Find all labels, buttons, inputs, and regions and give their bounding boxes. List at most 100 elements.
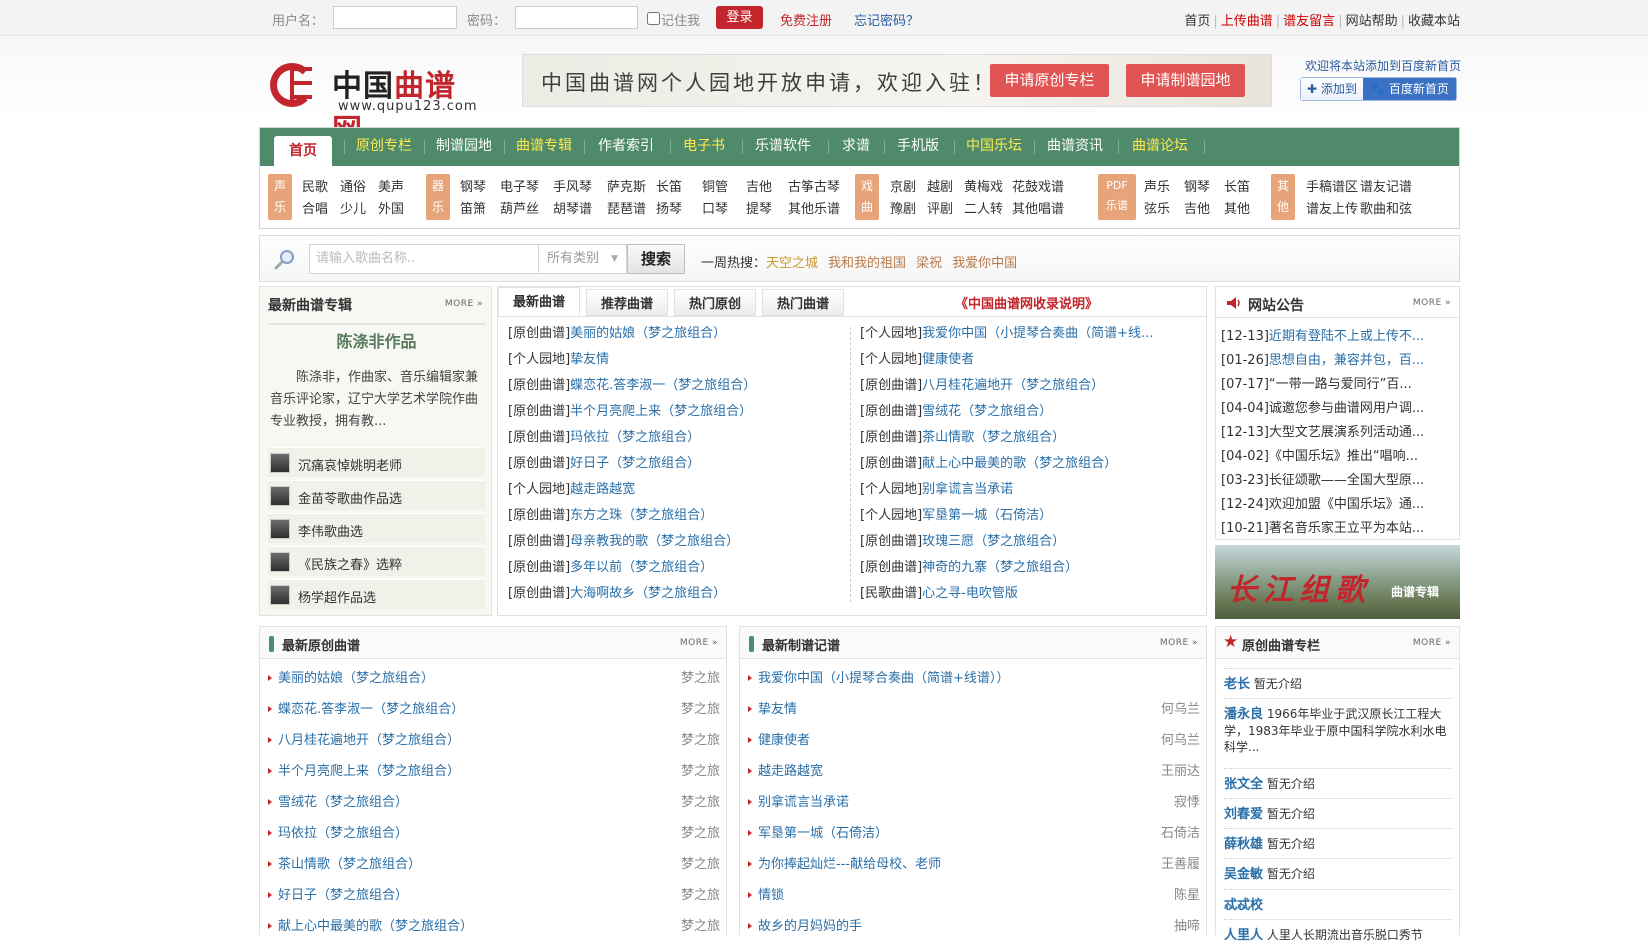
score-title[interactable]: 茶山情歌（梦之旅组合） <box>922 430 1065 445</box>
nav-item[interactable]: 制谱园地 <box>430 128 498 166</box>
category-link[interactable]: 口琴 <box>702 198 728 217</box>
score-title[interactable]: 大海啊故乡（梦之旅组合） <box>570 586 726 601</box>
original-columns-more[interactable]: MORE » <box>1413 638 1451 648</box>
changjiang-promo-banner[interactable]: 长江组歌 曲谱专辑 <box>1215 545 1460 619</box>
score-item[interactable]: [原创曲谱]献上心中最美的歌（梦之旅组合） <box>860 452 1117 471</box>
register-link[interactable]: 免费注册 <box>780 10 832 29</box>
list-item[interactable]: 越走路越宽 王丽达 <box>748 760 1200 786</box>
hot-search-link[interactable]: 梁祝 <box>916 256 942 271</box>
item-title[interactable]: 蝶恋花.答李淑一（梦之旅组合） <box>278 702 464 717</box>
category-link[interactable]: 二人转 <box>964 198 1003 217</box>
score-title[interactable]: 好日子（梦之旅组合） <box>570 456 700 471</box>
category-link[interactable]: 古筝古琴 <box>788 176 840 195</box>
score-title[interactable]: 我爱你中国（小提琴合奏曲（简谱+线... <box>922 326 1153 341</box>
nav-item[interactable]: 曲谱论坛 <box>1124 128 1196 166</box>
login-button[interactable]: 登录 <box>716 6 763 29</box>
score-item[interactable]: [个人园地]军垦第一城（石倚洁） <box>860 504 1052 523</box>
list-item[interactable]: 故乡的月妈妈的手 抽啼 <box>748 915 1200 941</box>
category-link[interactable]: 葫芦丝 <box>500 198 539 217</box>
author-name[interactable]: 人里人 <box>1224 928 1263 943</box>
score-title[interactable]: 心之寻-电吹管版 <box>922 586 1018 601</box>
item-title[interactable]: 我爱你中国（小提琴合奏曲（简谱+线谱）） <box>758 671 1009 686</box>
category-link[interactable]: 电子琴 <box>500 176 539 195</box>
score-title[interactable]: 别拿谎言当承诺 <box>922 482 1013 497</box>
score-title[interactable]: 健康使者 <box>922 352 974 367</box>
forgot-password-link[interactable]: 忘记密码？ <box>854 10 919 29</box>
score-item[interactable]: [个人园地]挚友情 <box>508 348 609 367</box>
nav-item[interactable]: 电子书 <box>676 128 732 166</box>
item-title[interactable]: 半个月亮爬上来（梦之旅组合） <box>278 764 460 779</box>
score-item[interactable]: [个人园地]我爱你中国（小提琴合奏曲（简谱+线... <box>860 322 1153 341</box>
score-item[interactable]: [个人园地]越走路越宽 <box>508 478 635 497</box>
category-link[interactable]: 钢琴 <box>1184 176 1210 195</box>
list-item[interactable]: 半个月亮爬上来（梦之旅组合） 梦之旅 <box>268 760 720 786</box>
collection-notes-link[interactable]: 《中国曲谱网收录说明》 <box>955 293 1098 312</box>
category-link[interactable]: 外国 <box>378 198 404 217</box>
score-title[interactable]: 母亲教我的歌（梦之旅组合） <box>570 534 739 549</box>
author-name[interactable]: 薛秋雄 <box>1224 837 1263 852</box>
item-title[interactable]: 美丽的姑娘（梦之旅组合） <box>278 671 434 686</box>
column-author[interactable]: 吴金敏 暂无介绍 <box>1224 866 1452 883</box>
nav-item[interactable]: 曲谱专辑 <box>510 128 578 166</box>
list-item[interactable]: 茶山情歌（梦之旅组合） 梦之旅 <box>268 853 720 879</box>
item-title[interactable]: 挚友情 <box>758 702 797 717</box>
search-input[interactable]: 请输入歌曲名称.. <box>309 244 539 274</box>
album-item[interactable]: 李伟歌曲选 <box>268 513 485 543</box>
column-author[interactable]: 人里人 人里人长期流出音乐脱口秀节 <box>1224 927 1452 944</box>
tab-recommended[interactable]: 推荐曲谱 <box>586 289 668 316</box>
notice-item[interactable]: [12-13]近期有登陆不上或上传不... <box>1221 325 1457 344</box>
list-item[interactable]: 别拿谎言当承诺 寂悸 <box>748 791 1200 817</box>
score-title[interactable]: 多年以前（梦之旅组合） <box>570 560 713 575</box>
item-title[interactable]: 健康使者 <box>758 733 810 748</box>
category-link[interactable]: 歌曲和弦 <box>1360 198 1412 217</box>
notice-item[interactable]: [04-04]诚邀您参与曲谱网用户调... <box>1221 397 1457 416</box>
item-title[interactable]: 故乡的月妈妈的手 <box>758 919 862 934</box>
score-item[interactable]: [原创曲谱]玫瑰三愿（梦之旅组合） <box>860 530 1065 549</box>
search-button[interactable]: 搜索 <box>627 244 685 274</box>
score-title[interactable]: 献上心中最美的歌（梦之旅组合） <box>922 456 1117 471</box>
score-title[interactable]: 越走路越宽 <box>570 482 635 497</box>
tab-hot-original[interactable]: 热门原创 <box>674 289 756 316</box>
list-item[interactable]: 情锁 陈星 <box>748 884 1200 910</box>
score-title[interactable]: 东方之珠（梦之旅组合） <box>570 508 713 523</box>
score-title[interactable]: 美丽的姑娘（梦之旅组合） <box>570 326 726 341</box>
nav-item[interactable]: 中国乐坛 <box>960 128 1028 166</box>
category-link[interactable]: 提琴 <box>746 198 772 217</box>
remember-checkbox[interactable] <box>647 12 660 25</box>
list-item[interactable]: 我爱你中国（小提琴合奏曲（简谱+线谱）） <box>748 667 1200 693</box>
score-item[interactable]: [原创曲谱]雪绒花（梦之旅组合） <box>860 400 1052 419</box>
latest-original-more[interactable]: MORE » <box>680 638 718 648</box>
album-item[interactable]: 沉痛哀悼姚明老师 <box>268 447 485 477</box>
category-link[interactable]: 谱友上传 <box>1306 198 1358 217</box>
category-link[interactable]: 长笛 <box>656 176 682 195</box>
item-title[interactable]: 玛依拉（梦之旅组合） <box>278 826 408 841</box>
score-title[interactable]: 蝶恋花.答李淑一（梦之旅组合） <box>570 378 756 393</box>
notice-item[interactable]: [10-21]著名音乐家王立平为本站... <box>1221 517 1457 536</box>
score-title[interactable]: 军垦第一城（石倚洁） <box>922 508 1052 523</box>
score-item[interactable]: [原创曲谱]东方之珠（梦之旅组合） <box>508 504 713 523</box>
apply-notation-button[interactable]: 申请制谱园地 <box>1126 64 1245 97</box>
score-item[interactable]: [原创曲谱]茶山情歌（梦之旅组合） <box>860 426 1065 445</box>
item-title[interactable]: 情锁 <box>758 888 784 903</box>
column-author[interactable]: 张文全 暂无介绍 <box>1224 776 1452 793</box>
score-title[interactable]: 挚友情 <box>570 352 609 367</box>
column-author[interactable]: 刘春爱 暂无介绍 <box>1224 806 1452 823</box>
tab-hot-scores[interactable]: 热门曲谱 <box>762 289 844 316</box>
notice-item[interactable]: [12-24]欢迎加盟《中国乐坛》通... <box>1221 493 1457 512</box>
album-item[interactable]: 《民族之春》选粹 <box>268 546 485 576</box>
site-logo[interactable]: 中国曲谱网 www.qupu123.com <box>270 59 485 148</box>
score-item[interactable]: [原创曲谱]大海啊故乡（梦之旅组合） <box>508 582 726 601</box>
category-link[interactable]: 其他唱谱 <box>1012 198 1064 217</box>
category-link[interactable]: 通俗 <box>340 176 366 195</box>
item-title[interactable]: 越走路越宽 <box>758 764 823 779</box>
category-link[interactable]: 吉他 <box>746 176 772 195</box>
nav-item[interactable]: 作者索引 <box>590 128 662 166</box>
list-item[interactable]: 玛依拉（梦之旅组合） 梦之旅 <box>268 822 720 848</box>
list-item[interactable]: 军垦第一城（石倚洁） 石倚洁 <box>748 822 1200 848</box>
score-title[interactable]: 玫瑰三愿（梦之旅组合） <box>922 534 1065 549</box>
list-item[interactable]: 蝶恋花.答李淑一（梦之旅组合） 梦之旅 <box>268 698 720 724</box>
score-title[interactable]: 玛依拉（梦之旅组合） <box>570 430 700 445</box>
category-link[interactable]: 声乐 <box>1144 176 1170 195</box>
category-link[interactable]: 民歌 <box>302 176 328 195</box>
category-link[interactable]: 扬琴 <box>656 198 682 217</box>
